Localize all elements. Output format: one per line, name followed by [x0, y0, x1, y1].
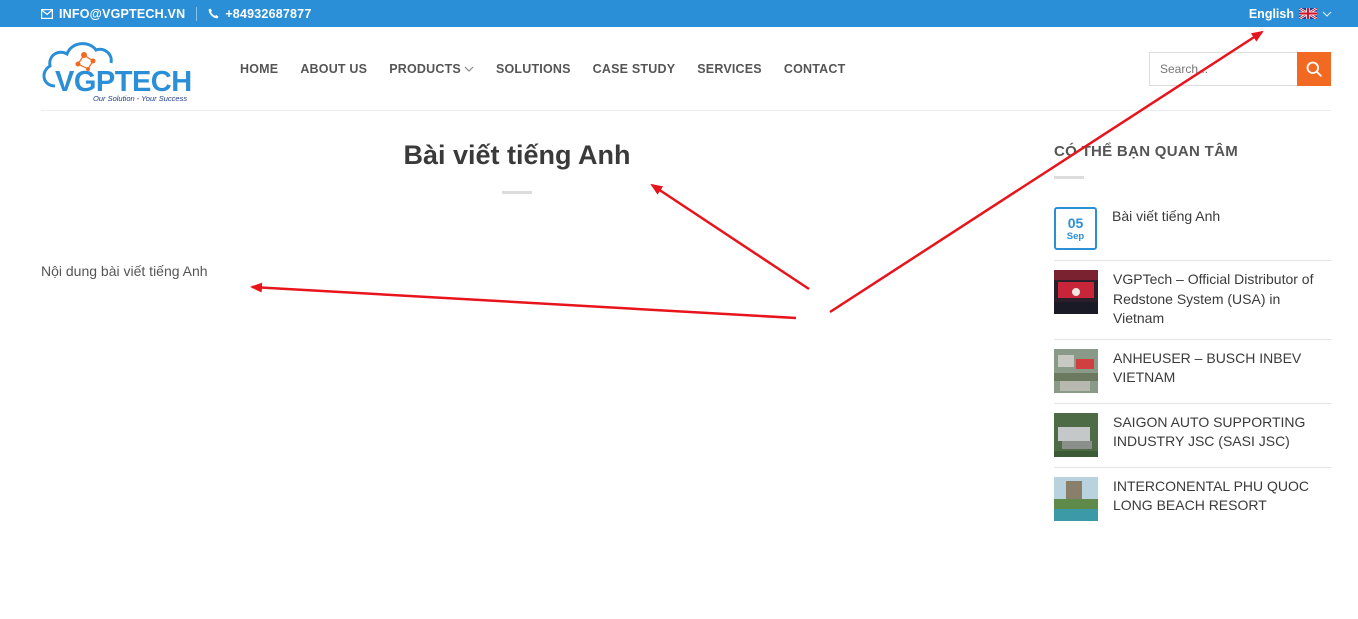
nav-contact[interactable]: CONTACT: [784, 62, 846, 76]
related-posts: 05 Sep Bài viết tiếng Anh VGPTech – Offi…: [1054, 198, 1331, 531]
nav-label: SERVICES: [697, 62, 762, 76]
site-logo[interactable]: VGPTECH Our Solution - Your Success: [41, 36, 209, 104]
main-nav: HOME ABOUT US PRODUCTS SOLUTIONS CASE ST…: [240, 27, 867, 111]
post-title-link[interactable]: VGPTech – Official Distributor of Redsto…: [1113, 270, 1331, 329]
list-item[interactable]: SAIGON AUTO SUPPORTING INDUSTRY JSC (SAS…: [1054, 404, 1331, 468]
post-title-link[interactable]: Bài viết tiếng Anh: [1112, 207, 1220, 227]
nav-label: CONTACT: [783, 62, 846, 76]
nav-products[interactable]: PRODUCTS: [389, 62, 474, 76]
post-content: Nội dung bài viết tiếng Anh: [41, 263, 208, 279]
sidebar: CÓ THỂ BẠN QUAN TÂM: [1054, 143, 1331, 179]
nav-case-study[interactable]: CASE STUDY: [593, 62, 676, 76]
nav-label: HOME: [240, 62, 279, 76]
nav-label: PRODUCTS: [389, 62, 461, 76]
email-text: INFO@VGPTECH.VN: [59, 6, 186, 21]
search-icon: [1306, 61, 1322, 77]
phone-link[interactable]: +84932687877: [208, 7, 311, 21]
chevron-down-icon: [1322, 11, 1332, 17]
date-day: 05: [1067, 214, 1084, 231]
title-divider: [502, 191, 532, 194]
arrow-to-content: [250, 282, 797, 320]
nav-solutions[interactable]: SOLUTIONS: [496, 62, 571, 76]
nav-label: SOLUTIONS: [495, 62, 571, 76]
post-title-link[interactable]: INTERCONENTAL PHU QUOC LONG BEACH RESORT: [1113, 477, 1331, 516]
post-thumbnail[interactable]: [1054, 348, 1098, 393]
list-item[interactable]: ANHEUSER – BUSCH INBEV VIETNAM: [1054, 340, 1331, 404]
arrow-to-title: [650, 183, 810, 291]
sidebar-title: CÓ THỂ BẠN QUAN TÂM: [1054, 143, 1239, 160]
list-item[interactable]: 05 Sep Bài viết tiếng Anh: [1054, 198, 1331, 261]
search-button[interactable]: [1297, 52, 1331, 86]
uk-flag-icon: [1299, 8, 1317, 19]
envelope-icon: [41, 8, 53, 19]
phone-text: +84932687877: [225, 6, 312, 21]
sidebar-divider: [1054, 176, 1084, 179]
divider: [196, 6, 198, 21]
nav-home[interactable]: HOME: [240, 62, 278, 76]
phone-icon: [208, 8, 219, 19]
vgptech-logo-icon: VGPTECH Our Solution - Your Success: [42, 42, 192, 103]
page-title: Bài viết tiếng Anh: [403, 140, 631, 170]
list-item[interactable]: VGPTech – Official Distributor of Redsto…: [1054, 261, 1331, 340]
nav-services[interactable]: SERVICES: [697, 62, 762, 76]
chevron-down-icon: [464, 66, 474, 72]
post-title-link[interactable]: SAIGON AUTO SUPPORTING INDUSTRY JSC (SAS…: [1113, 413, 1331, 452]
nav-label: ABOUT US: [300, 62, 368, 76]
email-link[interactable]: INFO@VGPTECH.VN: [41, 7, 185, 21]
nav-about-us[interactable]: ABOUT US: [300, 62, 367, 76]
post-thumbnail[interactable]: [1054, 476, 1098, 521]
nav-label: CASE STUDY: [592, 62, 676, 76]
header-divider: [41, 110, 1331, 111]
search-form: [1149, 52, 1331, 86]
contact-info: INFO@VGPTECH.VN +84932687877: [41, 0, 311, 27]
top-bar: INFO@VGPTECH.VN +84932687877 English: [0, 0, 1358, 27]
post-thumbnail[interactable]: [1054, 412, 1098, 457]
search-input[interactable]: [1149, 52, 1297, 86]
post-thumbnail[interactable]: [1054, 270, 1098, 314]
list-item[interactable]: INTERCONENTAL PHU QUOC LONG BEACH RESORT: [1054, 468, 1331, 531]
post-title-link[interactable]: ANHEUSER – BUSCH INBEV VIETNAM: [1113, 349, 1331, 388]
logo-tagline: Our Solution - Your Success: [93, 94, 187, 103]
date-badge: 05 Sep: [1054, 207, 1097, 250]
language-switcher[interactable]: English: [1249, 0, 1332, 27]
language-label: English: [1248, 6, 1294, 21]
date-month: Sep: [1066, 230, 1085, 242]
site-header: VGPTECH Our Solution - Your Success HOME…: [0, 27, 1358, 111]
